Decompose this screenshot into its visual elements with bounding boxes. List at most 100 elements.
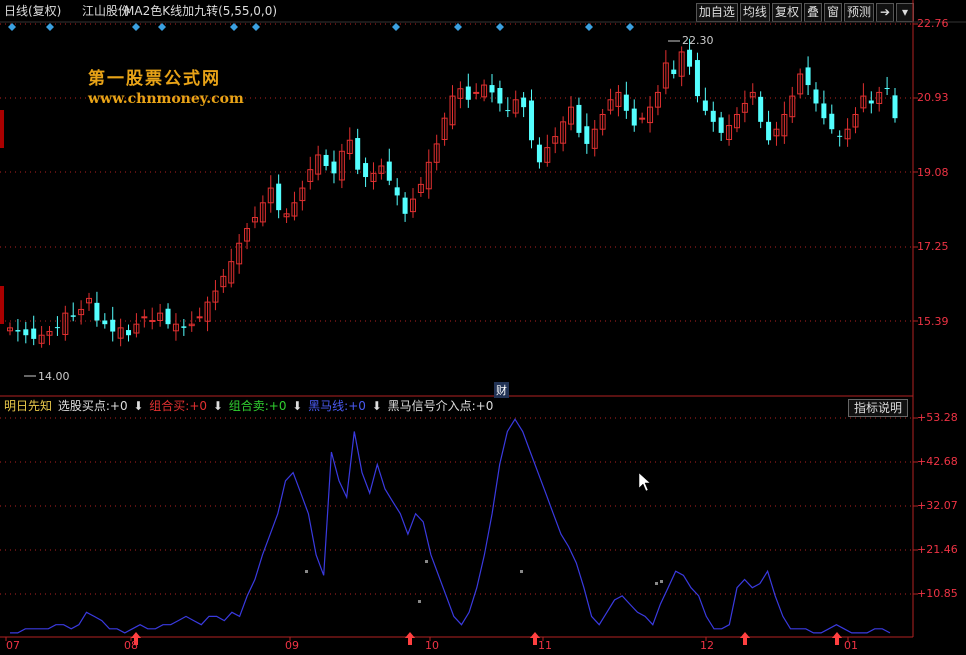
signal-diamond [392,23,400,31]
gray-marker [425,560,428,563]
gray-marker [520,570,523,573]
x-tick: 08 [124,639,138,652]
x-tick: 07 [6,639,20,652]
candle-body-down [884,88,890,90]
candle-body-down [623,94,629,111]
signal-diamond [230,23,238,31]
candle-body-down [868,100,874,104]
candle-body-down [394,187,400,196]
high-price-label: 22.30 [682,34,714,47]
signal-diamond [252,23,260,31]
candle-body-down [497,88,503,104]
candle-body-down [702,100,708,111]
candle-body-down [529,100,535,141]
candle-body-down [631,108,637,126]
indicator-item: 黑马线:+0 [304,399,370,413]
candle-body-down [110,319,116,332]
candle-body-down [355,138,361,170]
buy-arrow-icon [740,632,750,645]
candle-body-down [829,113,835,130]
down-arrow-icon: ⬇ [133,399,144,413]
candle-body-down [323,154,329,166]
candle-body-up [473,91,480,94]
candle-body-up [141,316,148,319]
low-price-label: 14.00 [38,370,70,383]
candle-body-down [386,161,392,181]
signal-diamond [626,23,634,31]
candle-body-down [23,329,29,336]
gray-marker [660,580,663,583]
candle-body-down [15,330,21,332]
signal-diamond [158,23,166,31]
buy-arrow-icon [832,632,842,645]
candle-body-down [126,330,132,336]
mouse-cursor-icon [638,472,651,492]
candle-body-down [813,89,819,104]
indicator-item: 组合卖:+0 [224,399,291,413]
down-arrow-icon: ⬇ [371,399,382,413]
watermark-url: www.chnmoney.com [88,91,244,107]
indicator-tick: +53.28 [917,411,958,424]
candle-body-down [181,326,187,328]
signal-diamond [585,23,593,31]
x-tick: 09 [285,639,299,652]
candle-body-down [102,320,108,325]
finance-marker[interactable]: 财 [494,382,509,398]
candle-body-down [165,308,171,325]
indicator-tick: +21.46 [917,543,958,556]
candle-body-down [402,197,408,214]
left-marker [0,286,4,324]
price-tick: 19.08 [917,166,949,179]
indicator-tick: +42.68 [917,455,958,468]
indicator-explain-button[interactable]: 指标说明 [848,399,909,417]
gray-marker [655,582,658,585]
candle-body-up [149,319,156,322]
signal-diamond [8,23,16,31]
candle-body-down [766,121,772,141]
price-tick: 15.39 [917,315,949,328]
price-tick: 20.93 [917,91,949,104]
candle-body-down [70,315,76,317]
signal-diamond [132,23,140,31]
candle-body-down [710,110,716,122]
indicator-tick: +32.07 [917,499,958,512]
candle-body-down [489,85,495,93]
candle-body-down [892,95,898,119]
candle-body-down [276,183,282,211]
candle-body-up [639,117,646,120]
gray-marker [305,570,308,573]
candle-body-down [671,69,677,75]
candle-body-down [576,104,582,133]
candle-body-down [54,327,60,329]
signal-diamond [496,23,504,31]
candle-body-down [584,126,590,144]
candle-body-down [465,86,471,100]
candle-body-down [687,49,693,67]
candle-body-down [363,163,369,178]
x-tick: 10 [425,639,439,652]
candle-body-down [805,67,811,86]
black-horse-line [10,418,891,634]
indicator-tick: +10.85 [917,587,958,600]
down-arrow-icon: ⬇ [292,399,303,413]
x-tick: 11 [538,639,552,652]
indicator-item: 选股买点:+0 [57,399,132,413]
candle-body-down [331,161,337,174]
down-arrow-icon: ⬇ [212,399,223,413]
indicator-item: 黑马信号介入点:+0 [383,399,494,413]
candle-body-down [694,60,700,97]
candle-body-down [718,117,724,133]
candle-body-down [821,103,827,119]
indicator-item: 组合买:+0 [145,399,211,413]
candle-body-down [505,110,511,112]
price-tick: 22.76 [917,17,949,30]
gray-marker [418,600,421,603]
indicator-name[interactable]: 明日先知 [4,399,52,413]
indicator-bar: 明日先知 选股买点:+0 ⬇ 组合买:+0 ⬇ 组合卖:+0 ⬇ 黑马线:+0 … [0,397,497,415]
candle-body-down [758,96,764,122]
candle-body-down [31,328,37,339]
x-tick: 12 [700,639,714,652]
buy-arrow-icon [405,632,415,645]
candle-body-down [536,144,542,163]
indicator-items: 选股买点:+0 ⬇ 组合买:+0 ⬇ 组合卖:+0 ⬇ 黑马线:+0 ⬇ 黑马信… [58,399,496,413]
